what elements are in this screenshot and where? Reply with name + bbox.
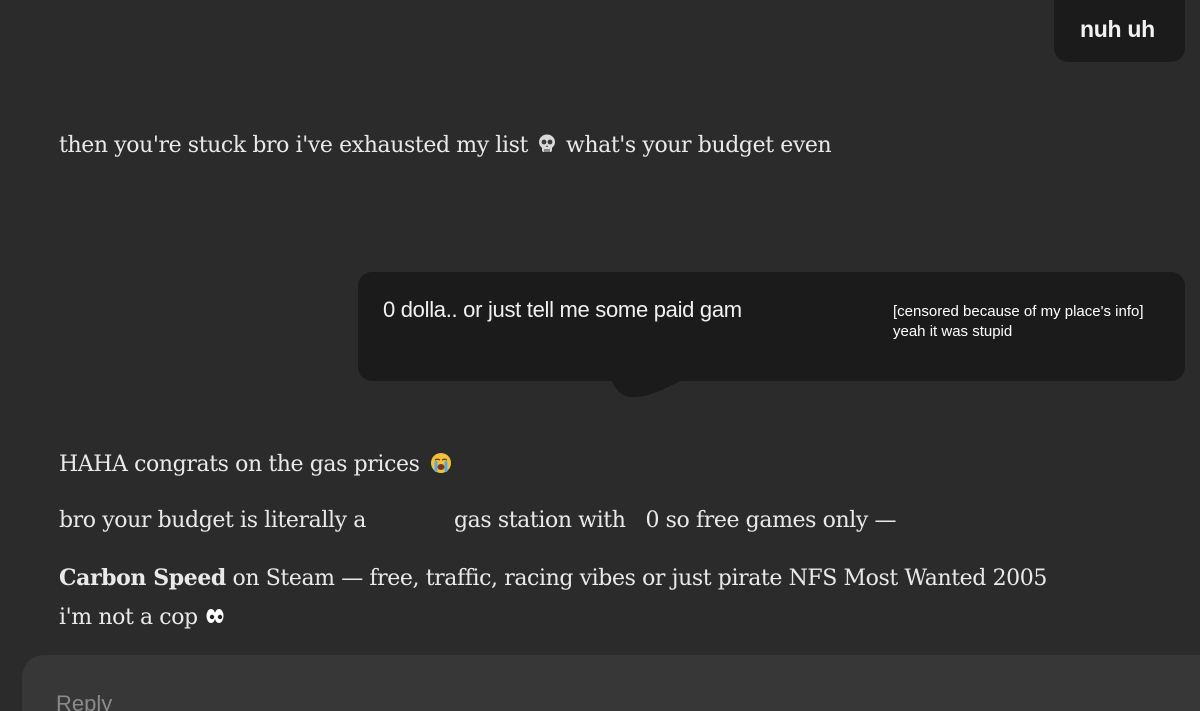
assistant-message-text: HAHA congrats on the gas prices — [59, 452, 420, 477]
assistant-message-line: i'm not a cop — [59, 605, 229, 631]
bubble-tail-icon — [608, 370, 682, 398]
loudly-crying-emoji-icon — [430, 453, 451, 473]
user-message-text: 0 dolla.. or just tell me some paid gam — [383, 297, 742, 322]
user-message-text: nuh uh — [1080, 16, 1155, 42]
assistant-message-line: Carbon Speed on Steam — free, traffic, r… — [59, 565, 1047, 592]
game-name-bold: Carbon Speed — [59, 565, 226, 591]
assistant-message-text: gas station with — [453, 508, 626, 533]
user-message-bubble: nuh uh — [1054, 0, 1185, 62]
assistant-message-text: i'm not a cop — [59, 605, 198, 630]
assistant-message-text: what's your budget even — [565, 133, 832, 158]
assistant-message: then you're stuck bro i've exhausted my … — [59, 133, 832, 159]
eyes-emoji-icon — [206, 609, 224, 623]
assistant-message-text: on Steam — free, traffic, racing vibes o… — [232, 566, 1048, 591]
assistant-message-line: bro your budget is literally a gas statio… — [59, 508, 897, 534]
skull-emoji-icon — [538, 134, 555, 152]
censor-note-line: yeah it was stupid — [893, 323, 1013, 340]
reply-input-placeholder[interactable]: Reply — [56, 691, 112, 711]
reply-input-bar[interactable]: Reply — [22, 655, 1200, 711]
assistant-message-text: 0 so free games only — — [645, 508, 897, 533]
censor-note-line: [censored because of my place's info] — [893, 303, 1144, 320]
assistant-message-line: HAHA congrats on the gas prices — [59, 452, 455, 478]
assistant-message-text: then you're stuck bro i've exhausted my … — [59, 133, 528, 158]
censor-note: [censored because of my place's info] ye… — [893, 302, 1193, 342]
assistant-message-text: bro your budget is literally a — [59, 508, 366, 533]
